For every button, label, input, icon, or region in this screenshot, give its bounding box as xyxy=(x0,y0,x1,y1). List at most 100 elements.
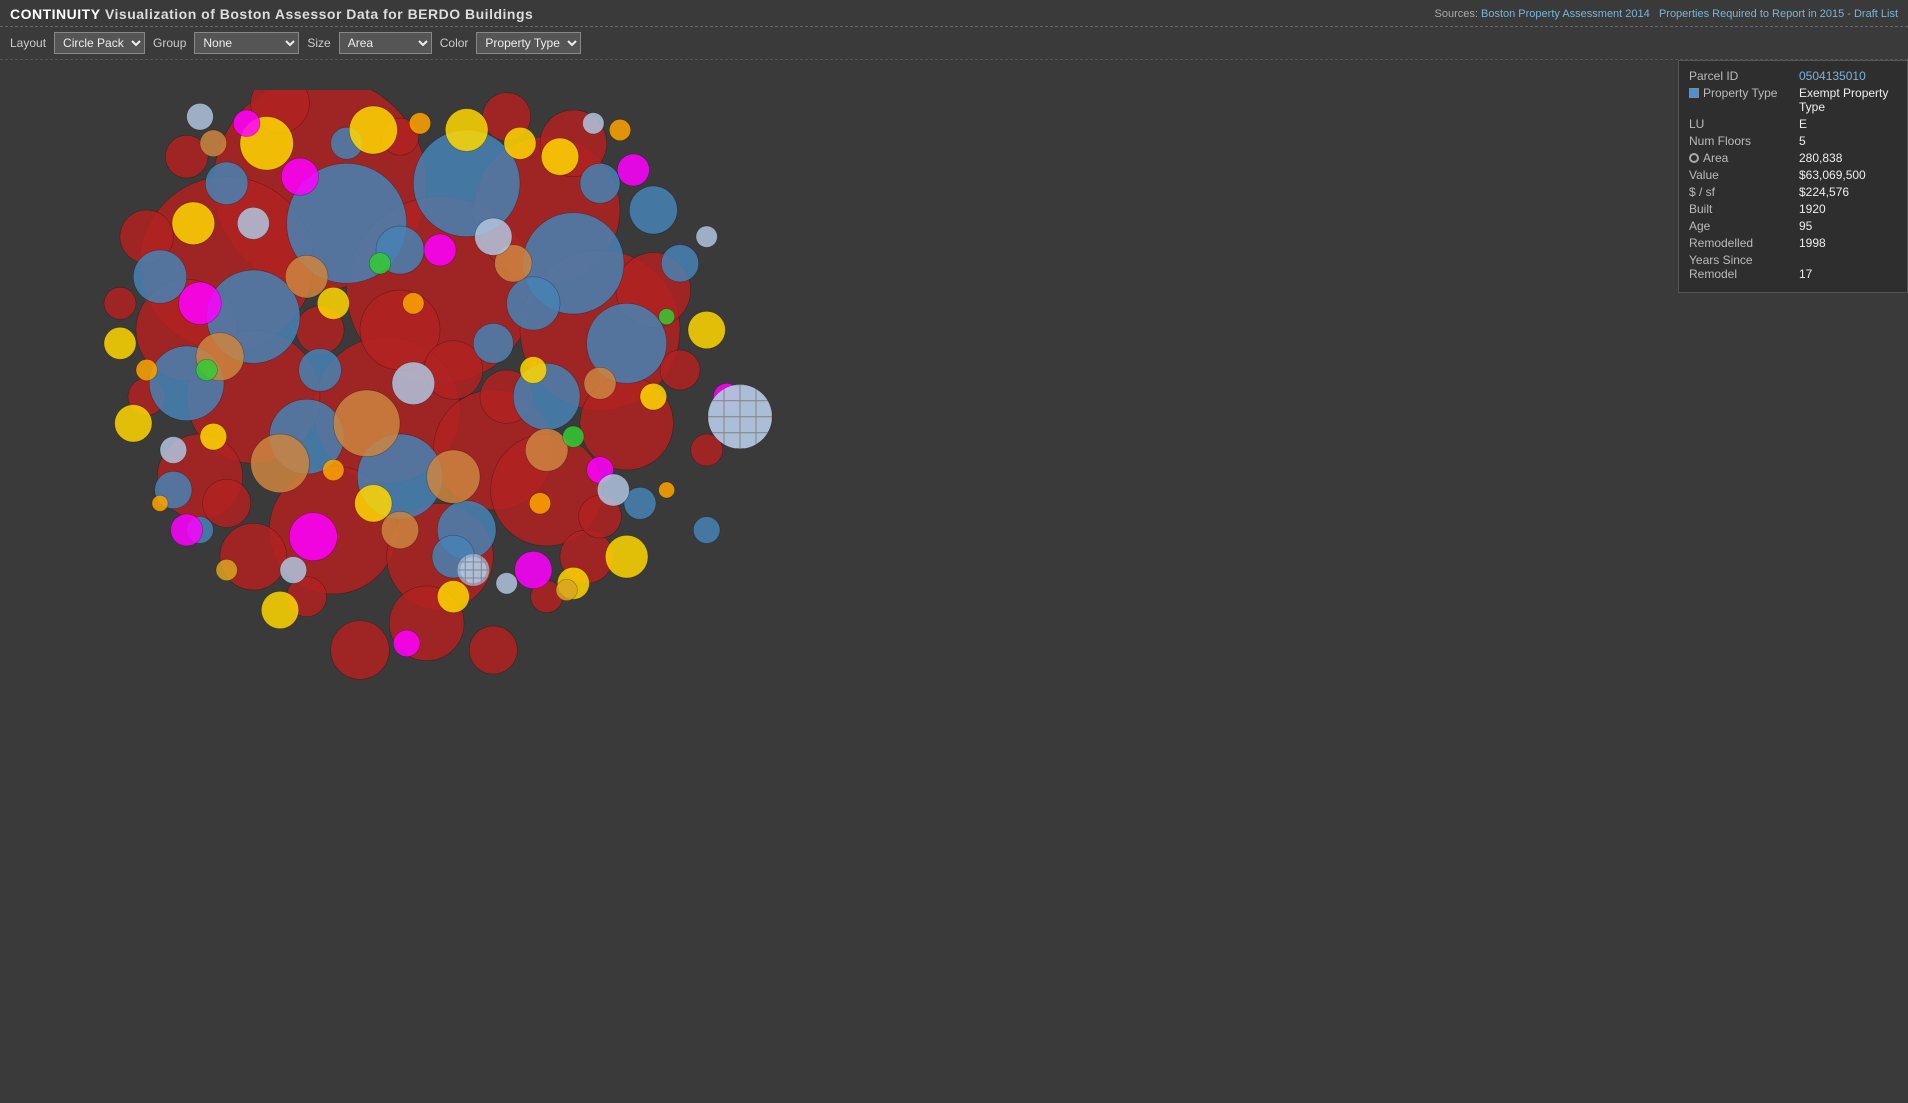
data-circle[interactable] xyxy=(160,437,187,464)
title-continuity: CONTINUITY xyxy=(10,6,101,22)
source2-link[interactable]: Properties Required to Report in 2015 - … xyxy=(1659,8,1898,20)
data-circle[interactable] xyxy=(688,311,725,348)
data-circle[interactable] xyxy=(617,154,649,186)
data-circle[interactable] xyxy=(437,581,469,613)
data-circle[interactable] xyxy=(403,293,424,314)
data-circle[interactable] xyxy=(331,621,390,680)
data-circle[interactable] xyxy=(597,474,629,506)
data-circle[interactable] xyxy=(369,253,390,274)
years-since-row: Years Since Remodel 17 xyxy=(1689,253,1897,281)
data-circle[interactable] xyxy=(172,202,215,245)
data-circle[interactable] xyxy=(216,559,237,580)
data-circle[interactable] xyxy=(583,113,604,134)
visualization-area[interactable] xyxy=(0,60,1908,1103)
data-circle[interactable] xyxy=(104,327,136,359)
data-circle[interactable] xyxy=(285,255,328,298)
size-label: Size xyxy=(307,36,330,50)
data-circle[interactable] xyxy=(200,423,227,450)
source1-link[interactable]: Boston Property Assessment 2014 xyxy=(1481,8,1650,20)
data-circle[interactable] xyxy=(281,158,318,195)
data-circle[interactable] xyxy=(556,579,577,600)
age-label: Age xyxy=(1689,219,1799,233)
remodel-value: 17 xyxy=(1799,267,1897,281)
data-circle[interactable] xyxy=(179,282,222,325)
info-panel: Parcel ID 0504135010 Property Type Exemp… xyxy=(1678,60,1908,293)
data-circle[interactable] xyxy=(203,479,251,527)
data-circle[interactable] xyxy=(659,482,675,498)
data-circle[interactable] xyxy=(323,459,344,480)
data-circle[interactable] xyxy=(584,367,616,399)
data-circle[interactable] xyxy=(525,429,568,472)
data-circle[interactable] xyxy=(520,357,547,384)
data-circle[interactable] xyxy=(659,309,675,325)
data-circle[interactable] xyxy=(381,511,418,548)
sources-section: Sources: Boston Property Assessment 2014… xyxy=(1435,8,1898,20)
data-circle[interactable] xyxy=(187,103,214,130)
data-circle[interactable] xyxy=(580,163,620,203)
data-circle[interactable] xyxy=(409,113,430,134)
data-circle[interactable] xyxy=(104,287,136,319)
data-circle[interactable] xyxy=(445,109,488,152)
data-circle[interactable] xyxy=(504,127,536,159)
data-circle[interactable] xyxy=(473,323,513,363)
num-floors-label: Num Floors xyxy=(1689,134,1799,148)
data-circle[interactable] xyxy=(205,162,248,205)
data-circle[interactable] xyxy=(251,434,310,493)
area-value: 280,838 xyxy=(1799,151,1897,165)
data-circle[interactable] xyxy=(515,551,552,588)
data-circle[interactable] xyxy=(507,277,560,330)
page-title: CONTINUITY Visualization of Boston Asses… xyxy=(10,6,533,22)
data-circle[interactable] xyxy=(424,234,456,266)
group-select[interactable]: NoneProperty TypeLUWard xyxy=(194,32,299,54)
data-circle[interactable] xyxy=(392,362,435,405)
data-circle[interactable] xyxy=(289,513,337,561)
data-circle[interactable] xyxy=(496,573,517,594)
data-circle[interactable] xyxy=(660,350,700,390)
data-circle[interactable] xyxy=(696,226,717,247)
data-circle[interactable] xyxy=(133,250,186,303)
color-select[interactable]: Property TypeLUAgeValue xyxy=(476,32,581,54)
num-floors-row: Num Floors 5 xyxy=(1689,134,1897,148)
data-circle[interactable] xyxy=(333,390,400,457)
data-circle[interactable] xyxy=(233,110,260,137)
data-circle[interactable] xyxy=(393,630,420,657)
parcel-id-value[interactable]: 0504135010 xyxy=(1799,69,1897,83)
data-circle[interactable] xyxy=(299,349,342,392)
header: CONTINUITY Visualization of Boston Asses… xyxy=(0,0,1908,27)
data-circle[interactable] xyxy=(609,119,630,140)
data-circle[interactable] xyxy=(261,591,298,628)
data-circle[interactable] xyxy=(280,557,307,584)
data-circle[interactable] xyxy=(196,359,217,380)
built-row: Built 1920 xyxy=(1689,202,1897,216)
data-circle[interactable] xyxy=(529,493,550,514)
data-circle[interactable] xyxy=(355,485,392,522)
data-circle[interactable] xyxy=(317,287,349,319)
data-circle[interactable] xyxy=(475,218,512,255)
num-floors-value: 5 xyxy=(1799,134,1897,148)
data-circle[interactable] xyxy=(563,426,584,447)
data-circle[interactable] xyxy=(541,138,578,175)
data-circle[interactable] xyxy=(427,450,480,503)
area-radio[interactable] xyxy=(1689,153,1699,163)
size-select[interactable]: AreaValueNum Floors xyxy=(339,32,432,54)
lu-row: LU E xyxy=(1689,117,1897,131)
data-circle[interactable] xyxy=(640,383,667,410)
remodel-label: Remodel xyxy=(1689,267,1799,281)
data-circle[interactable] xyxy=(349,106,397,154)
data-circle[interactable] xyxy=(693,517,720,544)
layout-select[interactable]: Circle PackTreemapForce xyxy=(54,32,145,54)
data-circle[interactable] xyxy=(200,130,227,157)
data-circle[interactable] xyxy=(237,207,269,239)
data-circle[interactable] xyxy=(469,626,517,674)
data-circle[interactable] xyxy=(605,535,648,578)
data-circle[interactable] xyxy=(661,245,698,282)
data-circle[interactable] xyxy=(152,495,168,511)
data-circle[interactable] xyxy=(171,514,203,546)
data-circle[interactable] xyxy=(136,359,157,380)
property-type-label: Property Type xyxy=(1689,86,1799,100)
dollar-sf-row: $ / sf $224,576 xyxy=(1689,185,1897,199)
data-circle[interactable] xyxy=(115,405,152,442)
data-circle[interactable] xyxy=(629,186,677,234)
remodelled-value: 1998 xyxy=(1799,236,1897,250)
circle-pack-chart[interactable] xyxy=(90,90,790,690)
